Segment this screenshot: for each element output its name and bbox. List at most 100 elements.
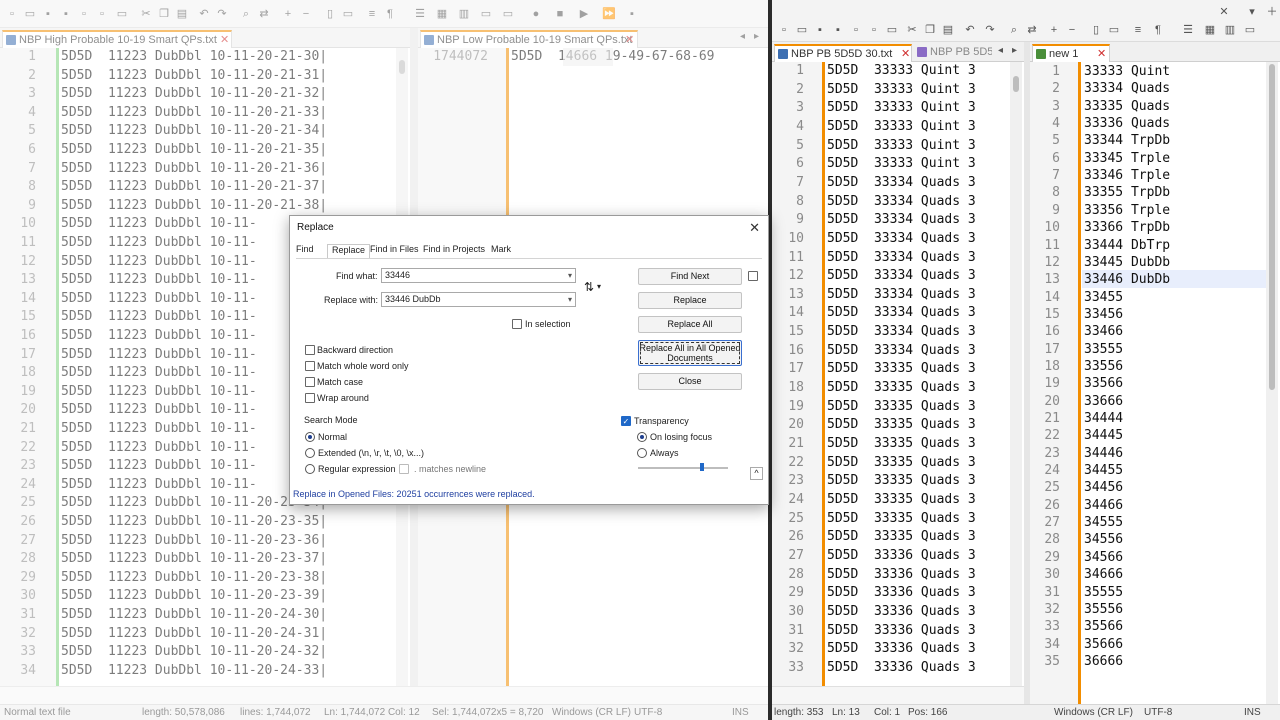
transparency-slider-thumb[interactable] — [700, 463, 704, 471]
scroll-thumb[interactable] — [399, 60, 405, 74]
save-all-icon[interactable]: ▪ — [832, 24, 844, 36]
tab-nbp-pb-5d5d-30[interactable]: NBP PB 5D5D 30.txt ✕ — [774, 44, 912, 62]
menu-close-icon[interactable]: ✕ — [1218, 6, 1230, 18]
new-file-icon[interactable]: ▫ — [6, 8, 18, 20]
mode-regex-radio[interactable] — [305, 464, 315, 474]
save-icon[interactable]: ▪ — [814, 24, 826, 36]
replace-button[interactable]: Replace — [638, 292, 742, 309]
undo-icon[interactable]: ↶ — [198, 8, 210, 20]
monitoring-icon[interactable]: ▭ — [502, 8, 514, 20]
tab-replace[interactable]: Replace — [327, 244, 371, 258]
dialog-close-icon[interactable]: ✕ — [749, 220, 760, 236]
tab-new-1[interactable]: new 1 ✕ — [1032, 44, 1110, 62]
run-macro-multiple-icon[interactable]: ⏩ — [602, 8, 616, 20]
copy-icon[interactable]: ❐ — [924, 24, 936, 36]
undo-icon[interactable]: ↶ — [964, 24, 976, 36]
dropdown-arrow-icon[interactable]: ▾ — [568, 269, 572, 282]
open-file-icon[interactable]: ▭ — [796, 24, 808, 36]
find-icon[interactable]: ⌕ — [240, 8, 252, 20]
redo-icon[interactable]: ↷ — [984, 24, 996, 36]
close-file-icon[interactable]: ▫ — [78, 8, 90, 20]
doc-map-icon[interactable]: ▦ — [1204, 24, 1216, 36]
play-macro-icon[interactable]: ▶ — [578, 8, 590, 20]
stop-macro-icon[interactable]: ■ — [554, 8, 566, 20]
sync-h-icon[interactable]: ▭ — [1108, 24, 1120, 36]
paste-icon[interactable]: ▤ — [176, 8, 188, 20]
find-what-combo[interactable]: 33446 ▾ — [381, 268, 576, 283]
transparency-checkbox[interactable]: ✓ — [621, 416, 631, 426]
right-editor-pane-1[interactable]: 1 5D5D 33333 Quint 3 2 5D5D 33333 Quint 3 3 5… — [772, 62, 1024, 686]
new-file-icon[interactable]: ▫ — [778, 24, 790, 36]
sync-h-icon[interactable]: ▭ — [342, 8, 354, 20]
tab-nbp-pb-5d5d-other[interactable]: NBP PB 5D5D — [914, 44, 992, 62]
in-selection-checkbox[interactable] — [512, 319, 522, 329]
redo-icon[interactable]: ↷ — [216, 8, 228, 20]
vertical-scrollbar[interactable] — [1010, 62, 1022, 686]
tab-scroll-left-icon[interactable]: ◂ — [740, 31, 745, 42]
tab-find-in-projects[interactable]: Find in Projects — [423, 244, 485, 258]
function-list-icon[interactable]: ▥ — [1224, 24, 1236, 36]
transparency-losing-focus-radio[interactable] — [637, 432, 647, 442]
close-button[interactable]: Close — [638, 373, 742, 390]
copy-icon[interactable]: ❐ — [158, 8, 170, 20]
replace-icon[interactable]: ⇄ — [1026, 24, 1038, 36]
zoom-out-icon[interactable]: − — [1066, 24, 1078, 36]
zoom-in-icon[interactable]: + — [282, 8, 294, 20]
close-file-icon[interactable]: ▫ — [850, 24, 862, 36]
zoom-in-icon[interactable]: + — [1048, 24, 1060, 36]
horizontal-scrollbar[interactable] — [772, 686, 1024, 704]
horizontal-scrollbar[interactable] — [0, 686, 768, 704]
word-wrap-icon[interactable]: ≡ — [1132, 24, 1144, 36]
tab-close-icon[interactable]: ✕ — [625, 32, 634, 48]
tab-scroll-left-icon[interactable]: ◂ — [998, 45, 1003, 56]
tab-find[interactable]: Find — [296, 244, 314, 258]
replace-all-opened-button[interactable]: Replace All in All Opened Documents — [638, 340, 742, 366]
collapse-dialog-icon[interactable]: ^ — [750, 467, 763, 480]
tab-close-icon[interactable]: ✕ — [1097, 46, 1106, 62]
backward-direction-checkbox[interactable] — [305, 345, 315, 355]
save-macro-icon[interactable]: ▪ — [626, 8, 638, 20]
save-all-icon[interactable]: ▪ — [60, 8, 72, 20]
tab-mark[interactable]: Mark — [491, 244, 511, 258]
scroll-thumb[interactable] — [1269, 64, 1275, 390]
tab-scroll-right-icon[interactable]: ▸ — [754, 31, 759, 42]
match-whole-word-checkbox[interactable] — [305, 361, 315, 371]
show-all-chars-icon[interactable]: ¶ — [1152, 24, 1164, 36]
print-icon[interactable]: ▭ — [116, 8, 128, 20]
swap-icon[interactable]: ⇅ — [584, 280, 594, 294]
mode-extended-radio[interactable] — [305, 448, 315, 458]
paste-icon[interactable]: ▤ — [942, 24, 954, 36]
transparency-slider[interactable] — [638, 467, 728, 469]
folder-workspace-icon[interactable]: ▭ — [1244, 24, 1256, 36]
indent-guide-icon[interactable]: ☰ — [414, 8, 426, 20]
indent-guide-icon[interactable]: ☰ — [1182, 24, 1194, 36]
show-all-chars-icon[interactable]: ¶ — [384, 8, 396, 20]
mode-normal-radio[interactable] — [305, 432, 315, 442]
tab-high-probable[interactable]: NBP High Probable 10-19 Smart QPs.txt ✕ — [2, 30, 232, 48]
replace-icon[interactable]: ⇄ — [258, 8, 270, 20]
menu-restore-icon[interactable]: ＋ — [1266, 6, 1278, 18]
open-file-icon[interactable]: ▭ — [24, 8, 36, 20]
sync-v-icon[interactable]: ▯ — [324, 8, 336, 20]
transparency-always-radio[interactable] — [637, 448, 647, 458]
print-icon[interactable]: ▭ — [886, 24, 898, 36]
find-next-button[interactable]: Find Next — [638, 268, 742, 285]
function-list-icon[interactable]: ▥ — [458, 8, 470, 20]
tab-close-icon[interactable]: ✕ — [220, 32, 229, 48]
dropdown-arrow-icon[interactable]: ▾ — [568, 293, 572, 306]
matches-newline-checkbox[interactable] — [399, 464, 409, 474]
close-all-icon[interactable]: ▫ — [96, 8, 108, 20]
scroll-thumb[interactable] — [1013, 76, 1019, 92]
right-editor-pane-2[interactable]: 1 33333 Quint 2 33334 Quads 3 33335 Quads 4 333… — [1030, 62, 1280, 704]
tab-scroll-right-icon[interactable]: ▸ — [1012, 45, 1017, 56]
tab-close-icon[interactable]: ✕ — [901, 46, 910, 62]
record-macro-icon[interactable]: ● — [530, 8, 542, 20]
dialog-titlebar[interactable]: Replace ✕ — [290, 216, 768, 240]
find-icon[interactable]: ⌕ — [1008, 24, 1020, 36]
save-icon[interactable]: ▪ — [42, 8, 54, 20]
folder-workspace-icon[interactable]: ▭ — [480, 8, 492, 20]
doc-map-icon[interactable]: ▦ — [436, 8, 448, 20]
menu-dropdown-icon[interactable]: ▾ — [1246, 6, 1258, 18]
vertical-scrollbar[interactable] — [1266, 62, 1278, 704]
cut-icon[interactable]: ✂ — [906, 24, 918, 36]
